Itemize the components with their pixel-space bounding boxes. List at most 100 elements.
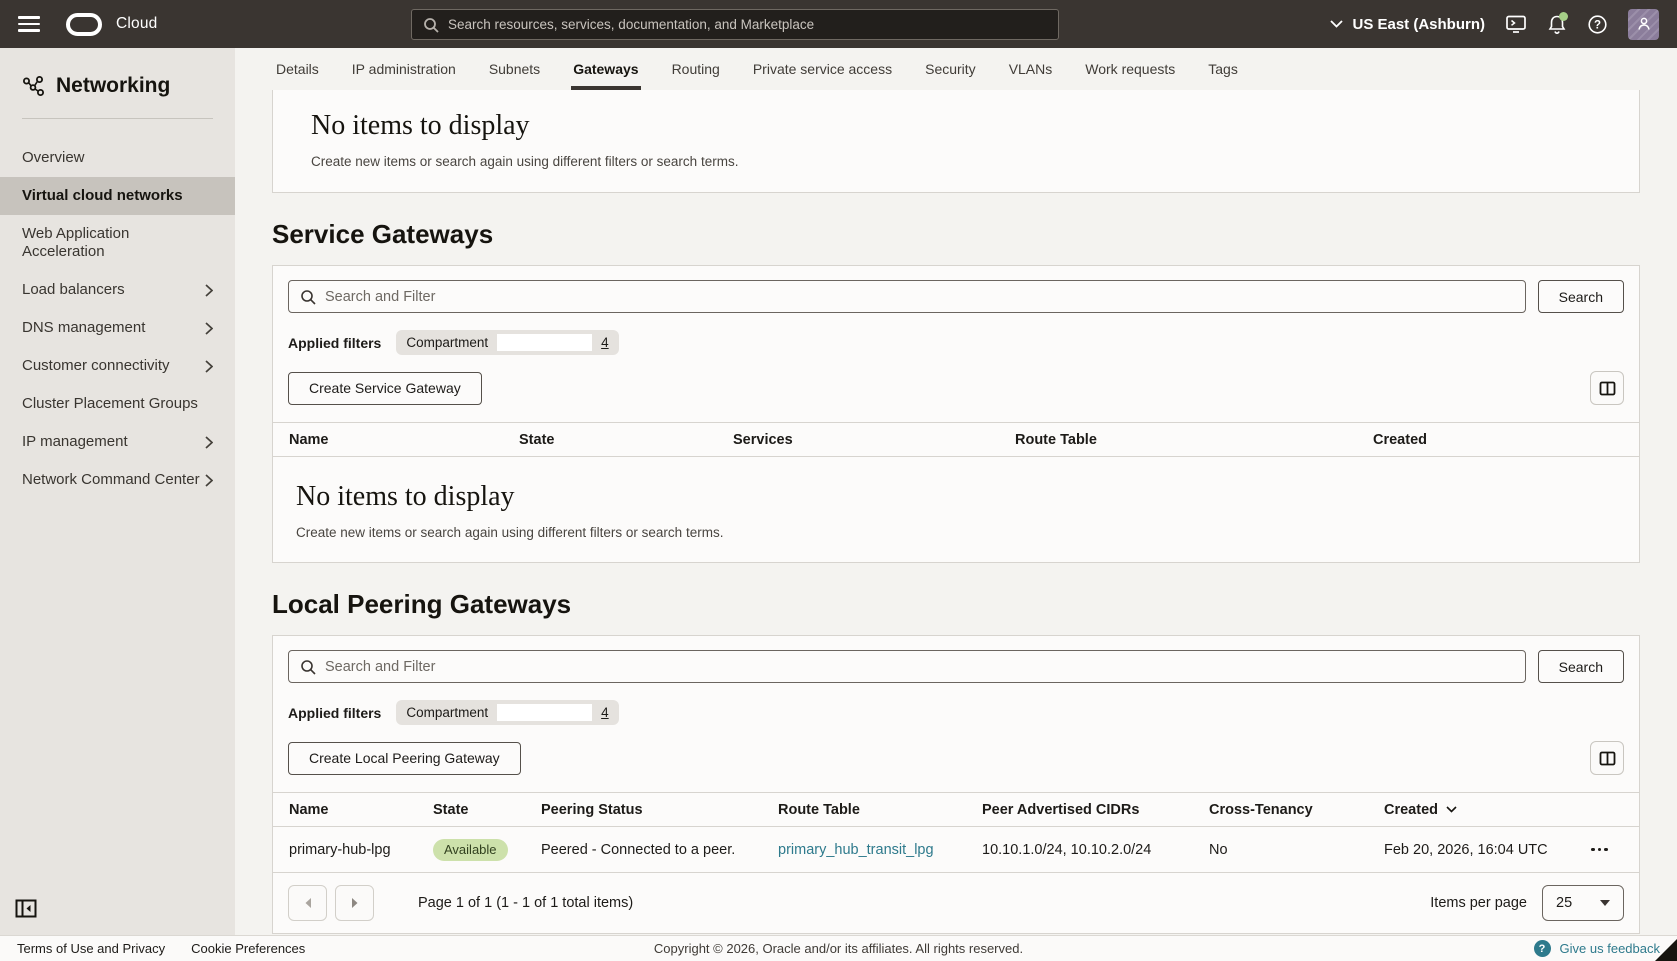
select-caret-icon	[1600, 900, 1610, 906]
chevron-down-icon	[1330, 20, 1343, 28]
notifications-button[interactable]	[1547, 14, 1567, 35]
sidebar-divider	[22, 118, 213, 119]
lpg-compartment-value-redacted	[497, 704, 592, 721]
tab-private-service-access[interactable]: Private service access	[753, 48, 892, 90]
sg-col-services[interactable]: Services	[733, 432, 1015, 448]
user-icon	[1635, 15, 1653, 33]
lpg-table-header: Name State Peering Status Route Table Pe…	[273, 792, 1639, 827]
service-gateways-heading: Service Gateways	[272, 219, 1640, 250]
cloud-shell-button[interactable]	[1505, 14, 1527, 34]
sidebar-item-load-balancers[interactable]: Load balancers	[0, 271, 235, 309]
sg-search-input[interactable]	[325, 289, 1514, 305]
lpg-filter-count-link[interactable]: 4	[601, 705, 609, 720]
sidebar-item-virtual-cloud-networks[interactable]: Virtual cloud networks	[0, 177, 235, 215]
sg-search-button[interactable]: Search	[1538, 280, 1624, 313]
sidebar-item-cluster-placement-groups[interactable]: Cluster Placement Groups	[0, 385, 235, 423]
lpg-col-peer-cidrs[interactable]: Peer Advertised CIDRs	[982, 802, 1209, 818]
feedback-link[interactable]: ? Give us feedback	[1534, 940, 1660, 957]
tab-work-requests[interactable]: Work requests	[1085, 48, 1175, 90]
lpg-manage-columns-button[interactable]	[1590, 741, 1624, 775]
sidebar-item-customer-connectivity[interactable]: Customer connectivity	[0, 347, 235, 385]
create-service-gateway-button[interactable]: Create Service Gateway	[288, 372, 482, 405]
items-per-page-select[interactable]: 25	[1542, 885, 1624, 921]
empty-state-title: No items to display	[311, 110, 1601, 142]
lpg-search-button[interactable]: Search	[1538, 650, 1624, 683]
cloud-shell-icon	[1505, 14, 1527, 34]
chevron-right-icon	[205, 474, 213, 487]
lpg-row-peer-cidrs: 10.10.1.0/24, 10.10.2.0/24	[982, 842, 1209, 858]
sidebar-item-overview[interactable]: Overview	[0, 139, 235, 177]
collapse-sidebar-button[interactable]	[15, 899, 37, 923]
sidebar-item-web-application-acceleration[interactable]: Web Application Acceleration	[0, 215, 235, 271]
sg-empty-title: No items to display	[296, 481, 1616, 513]
networking-icon	[22, 75, 45, 98]
lpg-col-cross-tenancy[interactable]: Cross-Tenancy	[1209, 802, 1384, 818]
local-peering-gateways-panel: Search Applied filters Compartment 4 Cre…	[272, 635, 1640, 934]
next-page-icon	[351, 897, 359, 909]
lpg-col-peering-status[interactable]: Peering Status	[541, 802, 778, 818]
lpg-col-created[interactable]: Created	[1384, 802, 1587, 818]
row-actions-button[interactable]	[1587, 844, 1629, 856]
sg-manage-columns-button[interactable]	[1590, 371, 1624, 405]
lpg-compartment-filter-chip[interactable]: Compartment 4	[396, 700, 618, 725]
lpg-col-name[interactable]: Name	[289, 802, 433, 818]
sidebar-item-dns-management[interactable]: DNS management	[0, 309, 235, 347]
next-page-button[interactable]	[335, 885, 374, 921]
sidebar: Networking Overview Virtual cloud networ…	[0, 48, 235, 935]
empty-state-subtitle: Create new items or search again using d…	[311, 154, 1601, 169]
sg-col-name[interactable]: Name	[289, 432, 519, 448]
sidebar-item-network-command-center[interactable]: Network Command Center	[0, 461, 235, 499]
sidebar-item-ip-management[interactable]: IP management	[0, 423, 235, 461]
tab-bar: Details IP administration Subnets Gatewa…	[235, 48, 1677, 90]
lpg-search-filter[interactable]	[288, 650, 1526, 683]
brand-label: Cloud	[116, 15, 158, 33]
corner-fold-decoration	[1655, 939, 1677, 961]
tab-subnets[interactable]: Subnets	[489, 48, 540, 90]
cookie-preferences-link[interactable]: Cookie Preferences	[191, 941, 305, 956]
lpg-row-peering-status: Peered - Connected to a peer.	[541, 842, 778, 858]
oracle-logo-icon[interactable]	[66, 13, 102, 36]
previous-page-icon	[304, 897, 312, 909]
lpg-search-input[interactable]	[325, 659, 1514, 675]
tab-details[interactable]: Details	[276, 48, 319, 90]
search-icon	[300, 289, 316, 305]
columns-icon	[1599, 380, 1616, 397]
create-local-peering-gateway-button[interactable]: Create Local Peering Gateway	[288, 742, 521, 775]
lpg-col-state[interactable]: State	[433, 802, 541, 818]
search-icon	[300, 659, 316, 675]
tab-tags[interactable]: Tags	[1208, 48, 1238, 90]
status-badge: Available	[433, 839, 508, 861]
lpg-applied-filters-label: Applied filters	[288, 705, 381, 721]
sg-col-created[interactable]: Created	[1373, 432, 1629, 448]
tab-ip-administration[interactable]: IP administration	[352, 48, 456, 90]
region-selector[interactable]: US East (Ashburn)	[1330, 16, 1485, 33]
service-gateways-panel: Search Applied filters Compartment 4 Cre…	[272, 265, 1640, 563]
chevron-right-icon	[205, 284, 213, 297]
tab-gateways[interactable]: Gateways	[573, 48, 638, 90]
global-search-input[interactable]	[448, 17, 1047, 32]
route-table-link[interactable]: primary_hub_transit_lpg	[778, 842, 934, 858]
sg-col-state[interactable]: State	[519, 432, 733, 448]
user-menu-button[interactable]	[1628, 9, 1659, 40]
sg-col-route-table[interactable]: Route Table	[1015, 432, 1373, 448]
items-per-page-label: Items per page	[1430, 895, 1527, 911]
sg-filter-count-link[interactable]: 4	[601, 335, 609, 350]
lpg-col-route-table[interactable]: Route Table	[778, 802, 982, 818]
sidebar-nav: Overview Virtual cloud networks Web Appl…	[0, 139, 235, 499]
terms-link[interactable]: Terms of Use and Privacy	[17, 941, 165, 956]
hamburger-menu-icon[interactable]	[18, 16, 40, 32]
tab-vlans[interactable]: VLANs	[1009, 48, 1053, 90]
help-button[interactable]: ?	[1587, 14, 1608, 35]
global-search[interactable]	[411, 9, 1059, 40]
previous-page-button[interactable]	[288, 885, 327, 921]
svg-text:?: ?	[1594, 19, 1601, 31]
columns-icon	[1599, 750, 1616, 767]
tab-security[interactable]: Security	[925, 48, 976, 90]
search-icon	[423, 17, 439, 33]
chevron-right-icon	[205, 322, 213, 335]
feedback-help-icon: ?	[1534, 940, 1551, 957]
pagination-label: Page 1 of 1 (1 - 1 of 1 total items)	[418, 895, 633, 911]
tab-routing[interactable]: Routing	[672, 48, 720, 90]
sg-search-filter[interactable]	[288, 280, 1526, 313]
sg-compartment-filter-chip[interactable]: Compartment 4	[396, 330, 618, 355]
